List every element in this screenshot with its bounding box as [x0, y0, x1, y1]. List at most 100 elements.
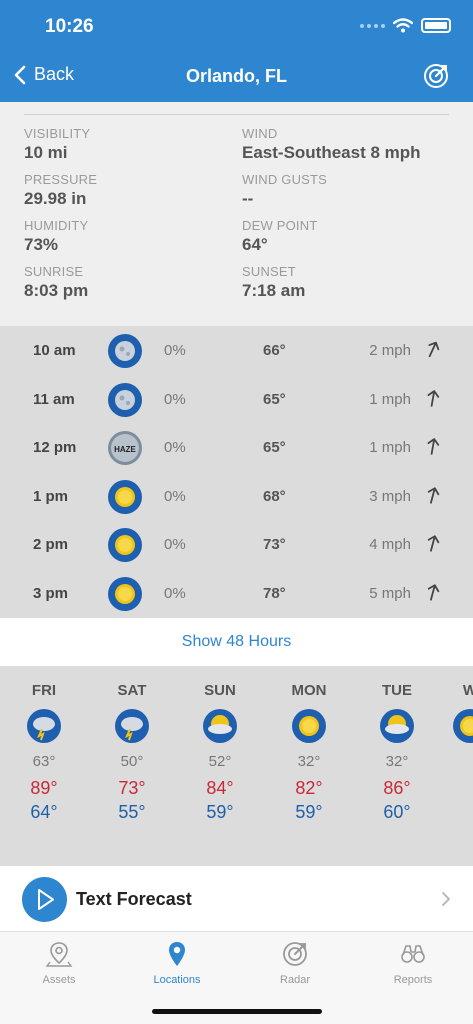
chevron-right-icon — [442, 892, 450, 906]
day-name: W — [462, 682, 473, 699]
hour-time: 2 pm — [33, 536, 69, 554]
tab-label: Assets — [42, 974, 76, 986]
day-low-temp: 59° — [295, 802, 323, 822]
detail-label: WIND GUSTS — [242, 172, 328, 187]
tab-assets[interactable]: Assets — [0, 940, 118, 986]
wifi-icon — [393, 18, 413, 33]
hour-precip: 0% — [164, 342, 186, 359]
tab-reports[interactable]: Reports — [354, 940, 472, 986]
tab-label: Locations — [153, 974, 201, 986]
partly-sunny-icon — [380, 709, 414, 743]
hour-temp: 68° — [263, 487, 286, 505]
hour-wind: 3 mph — [369, 487, 411, 505]
sunny-icon — [108, 577, 142, 611]
conditions-details: VISIBILITY 10 mi WIND East-Southeast 8 m… — [0, 102, 473, 326]
play-icon — [38, 889, 54, 910]
hour-time: 10 am — [33, 342, 76, 359]
day-name: TUE — [382, 682, 412, 699]
hourly-row: 1 pm 0% 68° 3 mph — [0, 472, 473, 521]
day-column[interactable]: FRI 63° 89° 64° — [0, 666, 88, 823]
day-high-temp: 86° — [383, 778, 411, 798]
day-low-temp: 64° — [30, 802, 58, 822]
detail-label: PRESSURE — [24, 172, 98, 187]
day-column[interactable]: MON 32° 82° 59° — [265, 666, 353, 823]
detail-value: 7:18 am — [242, 281, 306, 300]
day-high-temp: 73° — [118, 778, 146, 798]
detail-label: SUNRISE — [24, 264, 84, 279]
day-column-partial[interactable]: W — [441, 666, 473, 743]
sunny-icon — [108, 528, 142, 563]
cellular-icon — [360, 23, 385, 28]
radar-icon[interactable] — [423, 63, 449, 89]
hour-wind: 4 mph — [369, 536, 411, 554]
day-low-temp: 55° — [118, 802, 146, 822]
location-pin-icon — [169, 942, 185, 966]
binoculars-icon — [401, 945, 425, 963]
hour-precip: 0% — [164, 536, 186, 554]
hour-time: 1 pm — [33, 487, 69, 505]
hour-wind: 1 mph — [369, 439, 411, 457]
home-indicator — [152, 1009, 322, 1014]
night-clear-icon — [108, 382, 142, 417]
wind-direction-icon — [427, 535, 440, 553]
detail-value: East-Southeast 8 mph — [242, 143, 421, 162]
day-precip: 52° — [208, 753, 232, 770]
hourly-row: 12 pm HAZE 0% 65° 1 mph — [0, 423, 473, 472]
sunny-icon — [453, 709, 473, 743]
detail-value: 73% — [24, 235, 59, 254]
hour-temp: 66° — [263, 342, 286, 359]
tab-label: Reports — [393, 974, 433, 986]
day-low-temp: 59° — [206, 802, 234, 822]
hour-temp: 65° — [263, 390, 286, 408]
hour-wind: 5 mph — [369, 585, 411, 602]
day-column[interactable]: SAT 50° 73° 55° — [88, 666, 176, 823]
detail-value: 8:03 pm — [24, 281, 89, 300]
day-name: FRI — [31, 682, 57, 699]
detail-value: 29.98 in — [24, 189, 87, 208]
day-precip: 50° — [120, 753, 144, 770]
haze-label: HAZE — [114, 445, 136, 454]
show-48-hours-button[interactable]: Show 48 Hours — [0, 618, 473, 666]
visibility-detail: VISIBILITY 10 mi — [24, 126, 90, 163]
haze-icon: HAZE — [108, 431, 142, 466]
map-pin-outline-icon — [45, 942, 73, 967]
wind-direction-icon — [427, 584, 440, 601]
day-precip: 32° — [297, 753, 321, 770]
day-high-temp: 89° — [30, 778, 58, 798]
sunny-icon — [108, 479, 142, 514]
day-high-temp: 84° — [206, 778, 234, 798]
partly-sunny-icon — [203, 709, 237, 743]
hour-precip: 0% — [164, 585, 186, 602]
detail-label: SUNSET — [242, 264, 296, 279]
divider — [24, 114, 449, 115]
hour-time: 12 pm — [33, 439, 77, 457]
status-icons — [360, 18, 451, 33]
hour-wind: 1 mph — [369, 390, 411, 408]
tab-label: Radar — [280, 974, 310, 986]
hourly-row: 3 pm 0% 78° 5 mph — [0, 569, 473, 618]
hourly-row: 10 am 0% 66° 2 mph — [0, 326, 473, 375]
day-column[interactable]: SUN 52° 84° 59° — [176, 666, 264, 823]
header: 10:26 Back Orlando, FL — [0, 0, 473, 102]
battery-icon — [421, 18, 451, 33]
tab-radar[interactable]: Radar — [236, 940, 354, 986]
detail-label: VISIBILITY — [24, 126, 91, 141]
day-precip: 63° — [32, 753, 56, 770]
night-clear-icon — [108, 334, 142, 368]
detail-value: 10 mi — [24, 143, 68, 162]
detail-label: HUMIDITY — [24, 218, 89, 233]
text-forecast-button[interactable]: Text Forecast — [0, 866, 473, 932]
day-name: MON — [291, 682, 327, 699]
hour-precip: 0% — [164, 487, 186, 505]
wind-direction-icon — [427, 438, 440, 455]
hour-wind: 2 mph — [369, 342, 411, 359]
day-column[interactable]: TUE 32° 86° 60° — [353, 666, 441, 823]
wind-direction-icon — [427, 389, 440, 407]
detail-label: DEW POINT — [242, 218, 318, 233]
day-name: SUN — [204, 682, 236, 699]
tab-locations[interactable]: Locations — [118, 940, 236, 986]
wind-gusts-detail: WIND GUSTS -- — [242, 172, 327, 209]
hour-temp: 78° — [263, 585, 286, 602]
sunset-detail: SUNSET 7:18 am — [242, 264, 305, 301]
status-time: 10:26 — [45, 16, 94, 37]
